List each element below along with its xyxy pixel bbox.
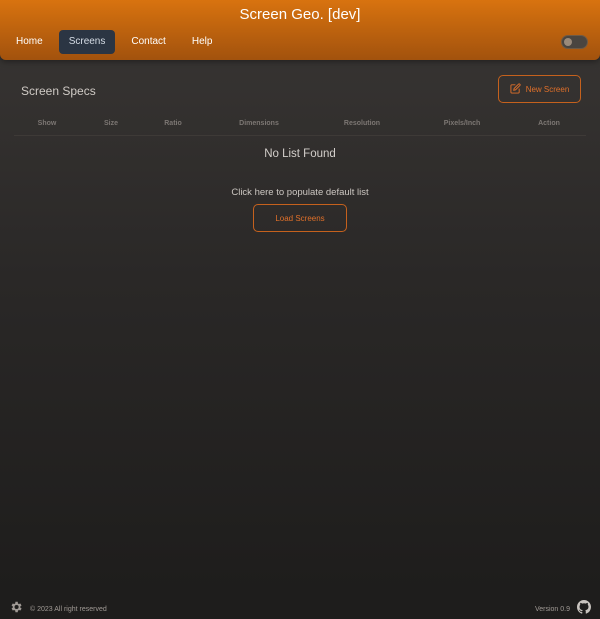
column-size: Size xyxy=(103,120,118,127)
theme-toggle[interactable] xyxy=(561,35,588,49)
toggle-knob xyxy=(564,38,572,46)
column-show: Show xyxy=(37,120,57,127)
column-pixels-per-inch: Pixels/Inch xyxy=(443,120,481,127)
empty-state-title: No List Found xyxy=(264,148,336,160)
new-screen-button[interactable]: New Screen xyxy=(498,75,581,103)
section-title: Screen Specs xyxy=(21,84,96,98)
app-header: Screen Geo. [dev] Home Screens Contact H… xyxy=(0,0,600,60)
column-resolution: Resolution xyxy=(343,120,381,127)
column-action: Action xyxy=(538,120,560,127)
column-ratio: Ratio xyxy=(164,120,182,127)
load-screens-button[interactable]: Load Screens xyxy=(253,204,347,232)
footer: © 2023 All right reserved Version 0.9 xyxy=(0,596,600,619)
new-screen-label: New Screen xyxy=(525,84,570,94)
footer-left: © 2023 All right reserved xyxy=(9,600,107,619)
main-nav: Home Screens Contact Help xyxy=(6,30,222,54)
github-icon[interactable] xyxy=(577,600,591,619)
nav-home[interactable]: Home xyxy=(6,30,53,54)
edit-icon xyxy=(510,82,521,96)
table-header: Show Size Ratio Dimensions Resolution Pi… xyxy=(14,118,586,136)
nav-screens[interactable]: Screens xyxy=(58,30,116,54)
column-dimensions: Dimensions xyxy=(239,120,279,127)
nav-contact[interactable]: Contact xyxy=(121,30,175,54)
app-title: Screen Geo. [dev] xyxy=(239,6,361,23)
populate-hint: Click here to populate default list xyxy=(231,187,369,198)
copyright-text: © 2023 All right reserved xyxy=(30,606,107,613)
gear-icon[interactable] xyxy=(9,600,23,619)
nav-help[interactable]: Help xyxy=(182,30,223,54)
footer-right: Version 0.9 xyxy=(535,600,591,619)
version-text: Version 0.9 xyxy=(534,606,570,613)
